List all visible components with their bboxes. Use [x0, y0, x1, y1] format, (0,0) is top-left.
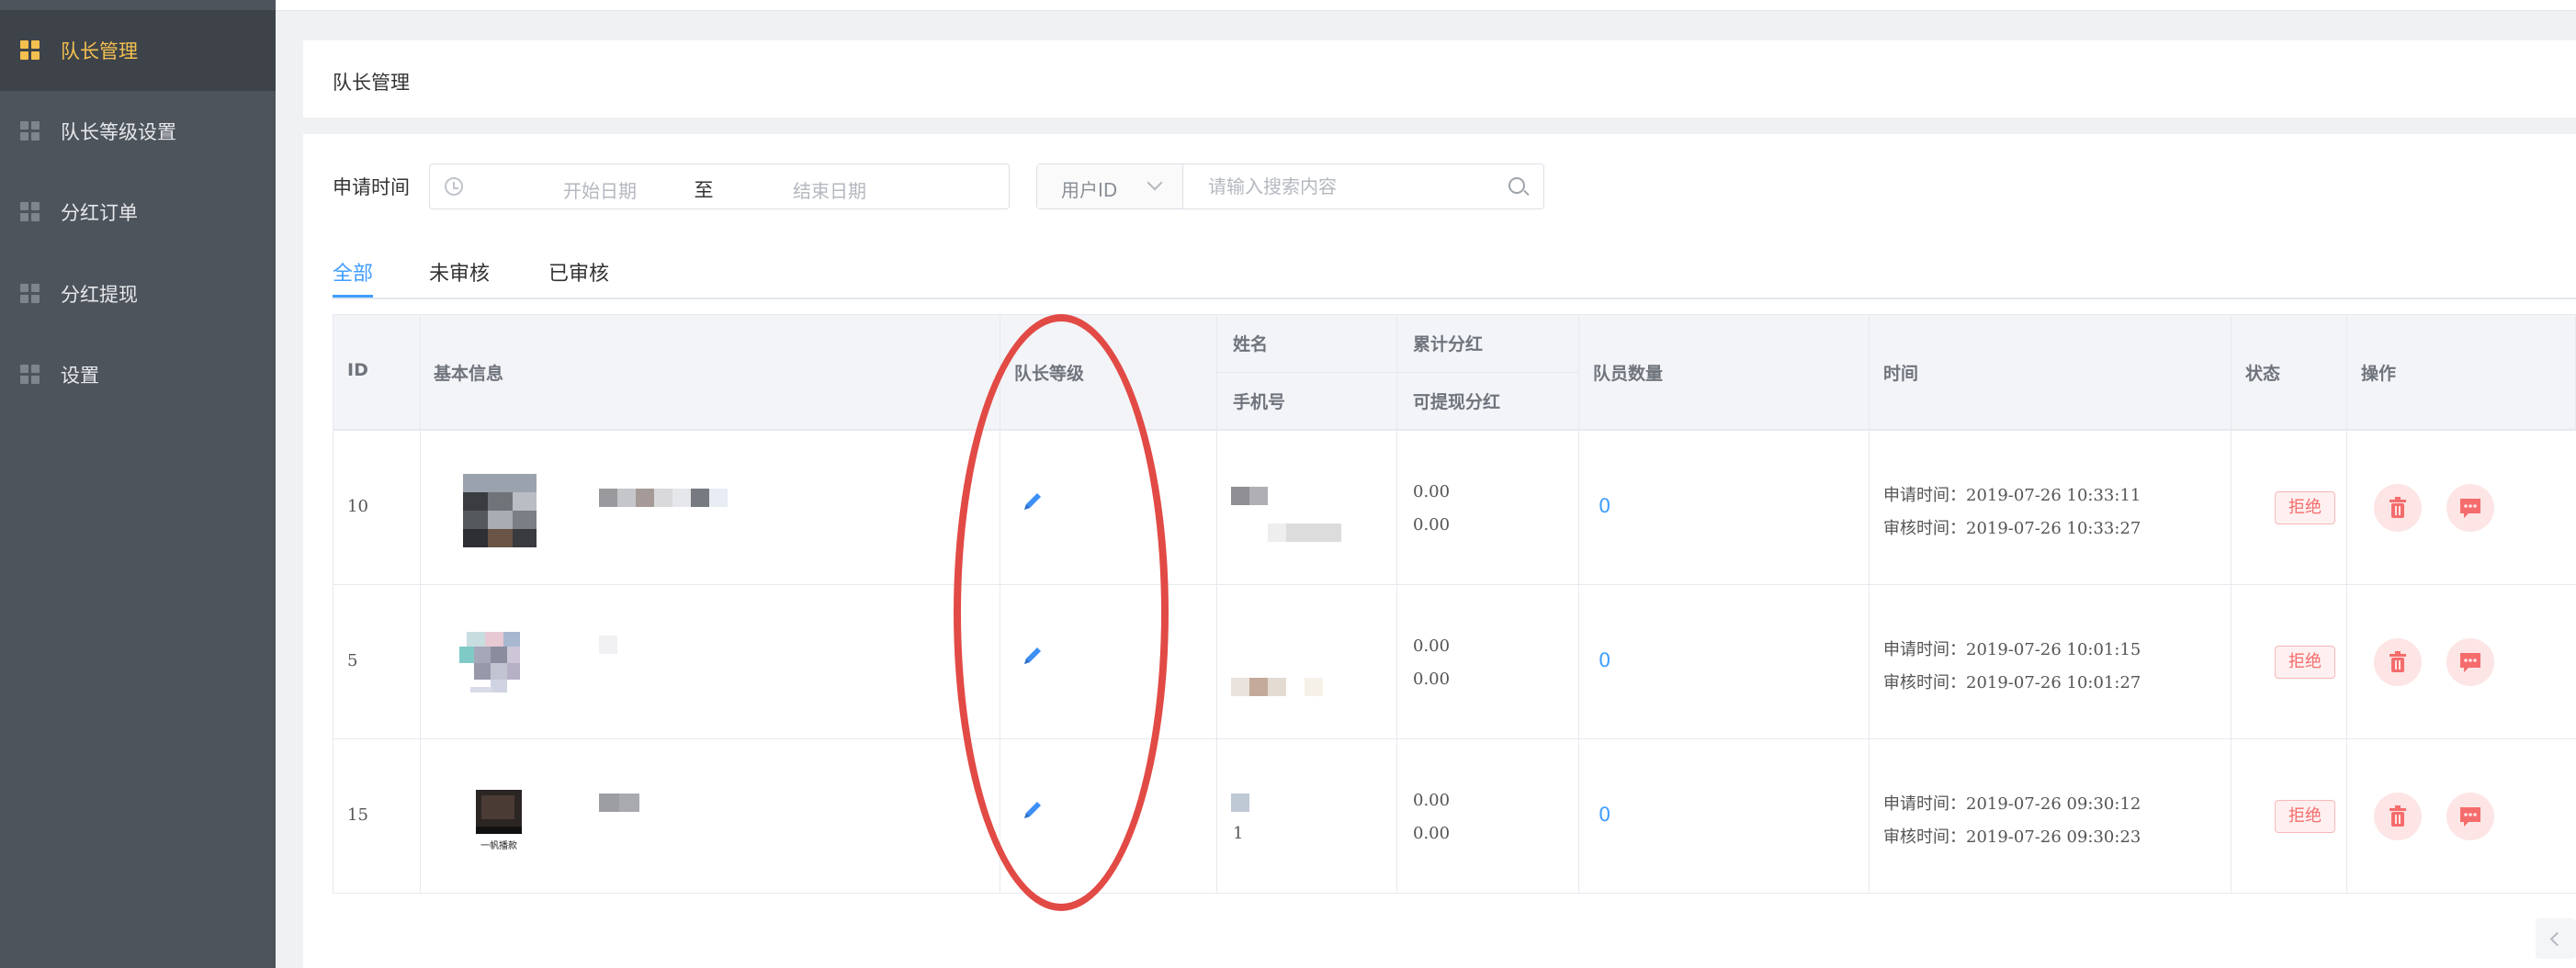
- col-member-count: 队员数量: [1593, 364, 1664, 384]
- sidebar-item-bonus-orders[interactable]: 分红订单: [0, 172, 276, 253]
- search-input[interactable]: [1184, 164, 1506, 208]
- sidebar-item-label: 分红订单: [61, 202, 138, 224]
- search-group: 用户ID: [1036, 163, 1544, 209]
- withdrawable-bonus: 0.00: [1413, 824, 1451, 843]
- name-phone-mosaic: [1231, 487, 1341, 542]
- delete-button[interactable]: [2374, 638, 2422, 686]
- apply-time: 申请时间：2019-07-26 10:01:15: [1883, 640, 2141, 659]
- grid-icon: [20, 202, 40, 222]
- edit-level-icon[interactable]: [1020, 489, 1045, 514]
- chevron-down-icon: [1147, 174, 1163, 191]
- sidebar-item-settings[interactable]: 设置: [0, 334, 276, 415]
- col-basic-info: 基本信息: [434, 364, 504, 384]
- status-tabs: 全部 未审核 已审核: [333, 252, 2576, 299]
- col-status: 状态: [2245, 364, 2281, 384]
- delete-button[interactable]: [2374, 484, 2422, 532]
- grid-icon: [20, 284, 40, 304]
- apply-time-label: 申请时间: [333, 176, 410, 198]
- start-date-placeholder[interactable]: 开始日期: [522, 176, 678, 203]
- member-count-link[interactable]: 0: [1599, 495, 1610, 517]
- edit-level-icon[interactable]: [1020, 797, 1045, 823]
- col-name: 姓名: [1233, 334, 1269, 355]
- avatar: 一帆播款: [463, 782, 537, 856]
- total-bonus: 0.00: [1413, 482, 1451, 501]
- end-date-placeholder[interactable]: 结束日期: [751, 176, 908, 203]
- col-actions: 操作: [2361, 364, 2397, 384]
- search-field-select[interactable]: 用户ID: [1037, 164, 1183, 208]
- grid-icon: [20, 121, 40, 141]
- main-card: 申请时间 开始日期 至 结束日期 用户ID 全部 未审核 已审核: [303, 134, 2576, 968]
- tab-unreviewed[interactable]: 未审核: [429, 252, 490, 298]
- edit-level-icon[interactable]: [1020, 643, 1045, 669]
- withdrawable-bonus: 0.00: [1413, 670, 1451, 689]
- page-title: 队长管理: [333, 72, 410, 94]
- name-mosaic: [1231, 794, 1249, 812]
- total-bonus: 0.00: [1413, 636, 1451, 656]
- row-id: 15: [347, 805, 368, 825]
- thumbnail-caption: 一帆播款: [480, 839, 517, 851]
- message-button[interactable]: [2446, 638, 2494, 686]
- col-phone: 手机号: [1233, 392, 1286, 412]
- avatar: [463, 474, 537, 547]
- review-time: 审核时间：2019-07-26 10:01:27: [1883, 673, 2141, 692]
- col-total-bonus: 累计分红: [1413, 334, 1484, 355]
- withdrawable-bonus: 0.00: [1413, 515, 1451, 535]
- scroll-left-button[interactable]: [2536, 918, 2576, 959]
- search-icon[interactable]: [1508, 177, 1525, 194]
- message-button[interactable]: [2446, 793, 2494, 840]
- avatar: [458, 626, 531, 700]
- page-title-card: 队长管理: [303, 40, 2576, 118]
- sidebar-item-label: 设置: [61, 365, 99, 387]
- apply-time: 申请时间：2019-07-26 10:33:11: [1883, 486, 2141, 505]
- captain-table: ID 基本信息 队长等级 姓名 手机号 累计分红 可提现分红 队员数量 时间 状…: [333, 314, 2576, 894]
- name-phone-mosaic: [1231, 678, 1323, 696]
- phone-partial: 1: [1233, 824, 1244, 843]
- status-badge: 拒绝: [2275, 491, 2335, 524]
- date-separator: 至: [694, 179, 714, 201]
- top-bar: [276, 0, 2576, 11]
- member-count-link[interactable]: 0: [1599, 649, 1610, 671]
- review-time: 审核时间：2019-07-26 10:33:27: [1883, 519, 2141, 538]
- search-field-value: 用户ID: [1061, 179, 1118, 201]
- apply-time: 申请时间：2019-07-26 09:30:12: [1883, 794, 2141, 814]
- status-badge: 拒绝: [2275, 646, 2335, 679]
- clock-icon: [445, 177, 463, 196]
- sidebar-item-label: 队长等级设置: [61, 121, 176, 143]
- grid-icon: [20, 40, 40, 61]
- sidebar: 队长管理 队长等级设置 分红订单 分红提现 设置: [0, 0, 276, 968]
- tab-all[interactable]: 全部: [333, 252, 374, 298]
- user-name-mosaic: [599, 489, 728, 507]
- date-range-picker[interactable]: 开始日期 至 结束日期: [429, 163, 1010, 209]
- grid-icon: [20, 365, 40, 385]
- row-id: 5: [347, 651, 358, 670]
- member-count-link[interactable]: 0: [1599, 804, 1610, 826]
- sidebar-item-captain-level-settings[interactable]: 队长等级设置: [0, 91, 276, 172]
- sidebar-item-label: 队长管理: [61, 40, 138, 62]
- user-name-mosaic: [599, 794, 639, 812]
- total-bonus: 0.00: [1413, 791, 1451, 810]
- status-badge: 拒绝: [2275, 800, 2335, 833]
- sidebar-item-bonus-withdrawal[interactable]: 分红提现: [0, 253, 276, 334]
- delete-button[interactable]: [2374, 793, 2422, 840]
- sidebar-item-captain-management[interactable]: 队长管理: [0, 10, 276, 91]
- col-id: ID: [347, 360, 368, 380]
- message-button[interactable]: [2446, 484, 2494, 532]
- sidebar-item-label: 分红提现: [61, 284, 138, 306]
- col-time: 时间: [1883, 364, 1919, 384]
- review-time: 审核时间：2019-07-26 09:30:23: [1883, 827, 2141, 847]
- tab-reviewed[interactable]: 已审核: [548, 252, 609, 298]
- col-captain-level: 队长等级: [1014, 364, 1085, 384]
- user-name-mosaic: [599, 636, 617, 654]
- row-id: 10: [347, 497, 368, 516]
- col-withdrawable-bonus: 可提现分红: [1413, 392, 1501, 412]
